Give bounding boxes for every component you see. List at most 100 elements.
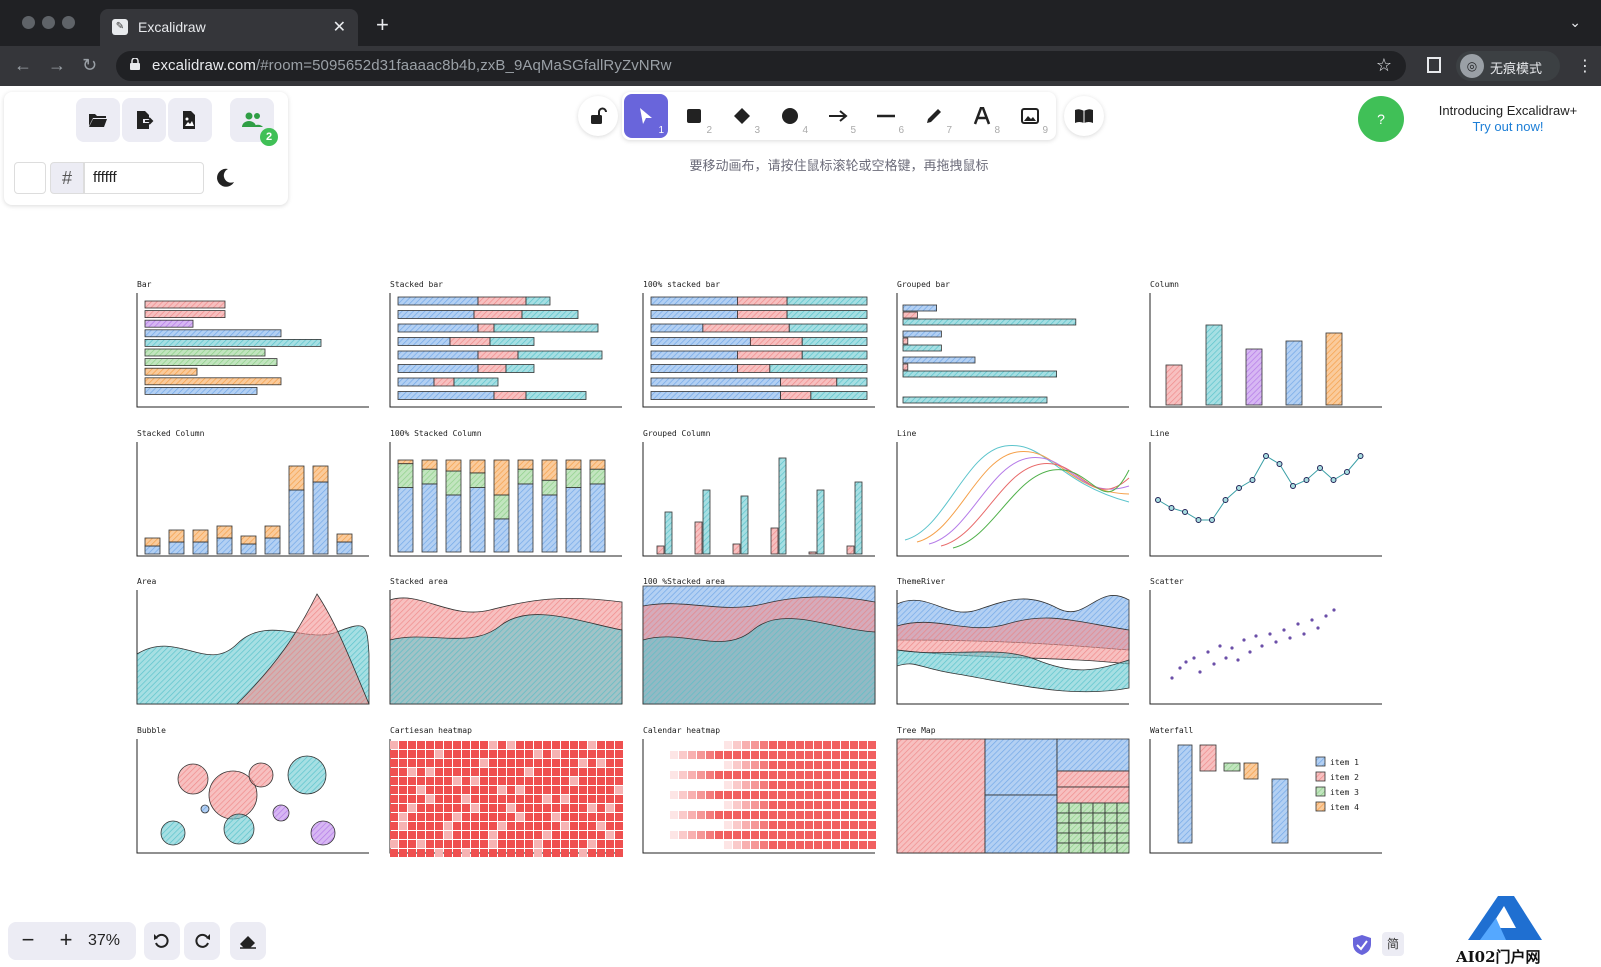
heatmap-cell	[552, 750, 560, 758]
heatmap-cell	[480, 777, 488, 785]
heatmap-cell	[850, 801, 858, 809]
chart-bar	[517, 459, 534, 470]
chart-bar	[801, 337, 868, 346]
heatmap-cell	[543, 786, 551, 794]
heatmap-cell	[507, 768, 515, 776]
heatmap-cell	[805, 831, 813, 839]
heatmap-cell	[516, 777, 524, 785]
heatmap-cell	[444, 768, 452, 776]
heatmap-cell	[814, 741, 822, 749]
forward-icon[interactable]: →	[48, 55, 66, 76]
tab-search-icon[interactable]: ⌄	[1569, 14, 1581, 31]
image-tool-button[interactable]: 9	[1008, 94, 1052, 138]
chart-point	[1236, 485, 1242, 491]
heatmap-cell	[552, 768, 560, 776]
heatmap-cell	[399, 849, 407, 857]
heatmap-cell	[471, 840, 479, 848]
reload-icon[interactable]: ↻	[82, 55, 97, 76]
diamond-tool-button[interactable]: 3	[720, 94, 764, 138]
heatmap-cell	[588, 768, 596, 776]
window-close-button[interactable]	[22, 16, 35, 29]
chart-bar	[397, 350, 479, 360]
moon-icon[interactable]	[212, 164, 238, 190]
browser-menu-icon[interactable]: ⋮	[1577, 56, 1593, 76]
chart-area	[389, 614, 623, 705]
heatmap-cell	[606, 750, 614, 758]
heatmap-cell	[679, 771, 687, 779]
window-minimize-button[interactable]	[42, 16, 55, 29]
text-tool-button[interactable]: 8	[960, 94, 1004, 138]
undo-button[interactable]	[144, 922, 180, 960]
heatmap-cell	[615, 822, 623, 830]
rectangle-tool-button[interactable]: 2	[672, 94, 716, 138]
chart-bar	[786, 310, 868, 319]
heatmap-cell	[724, 841, 732, 849]
export-image-button[interactable]	[168, 98, 212, 142]
selection-tool-button[interactable]: 1	[624, 94, 668, 138]
chart-point	[1268, 632, 1272, 636]
omnibox[interactable]: excalidraw.com/#room=5095652d31faaaac8b4…	[116, 51, 1406, 81]
library-button[interactable]	[1064, 96, 1104, 136]
heatmap-cell	[516, 759, 524, 767]
heatmap-cell	[417, 813, 425, 821]
heatmap-cell	[471, 804, 479, 812]
export-button[interactable]	[122, 98, 166, 142]
window-zoom-button[interactable]	[62, 16, 75, 29]
heatmap-cell	[778, 781, 786, 789]
arrow-tool-button[interactable]: 5	[816, 94, 860, 138]
browser-tab[interactable]: ✎ Excalidraw ✕	[100, 9, 358, 46]
zoom-in-button[interactable]: +	[48, 922, 84, 960]
heatmap-cell	[606, 813, 614, 821]
heatmap-cell	[552, 849, 560, 857]
back-icon[interactable]: ←	[14, 55, 32, 76]
heatmap-cell	[814, 791, 822, 799]
side-panel-icon[interactable]	[1427, 57, 1441, 73]
heatmap-cell	[507, 840, 515, 848]
heatmap-cell	[480, 831, 488, 839]
zoom-out-button[interactable]: −	[10, 922, 46, 960]
treemap-cell	[1056, 812, 1070, 824]
heatmap-cell	[399, 741, 407, 749]
heatmap-cell	[534, 795, 542, 803]
eraser-button[interactable]	[230, 922, 266, 960]
language-button[interactable]: 简	[1382, 932, 1404, 956]
bookmark-star-icon[interactable]: ☆	[1376, 55, 1392, 76]
shield-check-icon[interactable]	[1352, 934, 1372, 956]
heatmap-cell	[823, 741, 831, 749]
open-button[interactable]	[76, 98, 120, 142]
heatmap-cell	[543, 741, 551, 749]
heatmap-cell	[859, 831, 867, 839]
live-collaboration-button[interactable]: 2	[230, 98, 278, 146]
heatmap-cell	[814, 801, 822, 809]
heatmap-cell	[390, 741, 398, 749]
background-color-swatch[interactable]	[14, 162, 46, 194]
heatmap-cell	[715, 751, 723, 759]
heatmap-cell	[435, 750, 443, 758]
incognito-indicator[interactable]: ◎ 无痕模式	[1456, 51, 1560, 81]
promo-link[interactable]: Try out now!	[1428, 119, 1588, 134]
redo-button[interactable]	[184, 922, 220, 960]
heatmap-cell	[733, 741, 741, 749]
ellipse-tool-button[interactable]: 4	[768, 94, 812, 138]
heatmap-cell	[426, 831, 434, 839]
heatmap-cell	[570, 840, 578, 848]
zoom-level[interactable]: 37%	[88, 932, 120, 950]
heatmap-cell	[751, 841, 759, 849]
chart-title: Line	[897, 429, 916, 438]
chart-bar	[541, 459, 558, 481]
background-color-input[interactable]: ffffff	[84, 162, 204, 194]
lock-tool-button[interactable]	[578, 96, 618, 136]
tab-close-icon[interactable]: ✕	[333, 17, 346, 37]
heatmap-cell	[742, 751, 750, 759]
chart-bar	[445, 494, 462, 553]
draw-tool-button[interactable]: 7	[912, 94, 956, 138]
line-tool-button[interactable]: 6	[864, 94, 908, 138]
chart-bar	[780, 377, 838, 387]
heatmap-cell	[561, 759, 569, 767]
heatmap-cell	[435, 777, 443, 785]
excalidraw-plus-badge[interactable]: ?	[1358, 96, 1404, 142]
new-tab-button[interactable]: +	[376, 12, 389, 38]
heatmap-cell	[715, 791, 723, 799]
heatmap-cell	[832, 841, 840, 849]
chart-bar	[1271, 778, 1289, 844]
